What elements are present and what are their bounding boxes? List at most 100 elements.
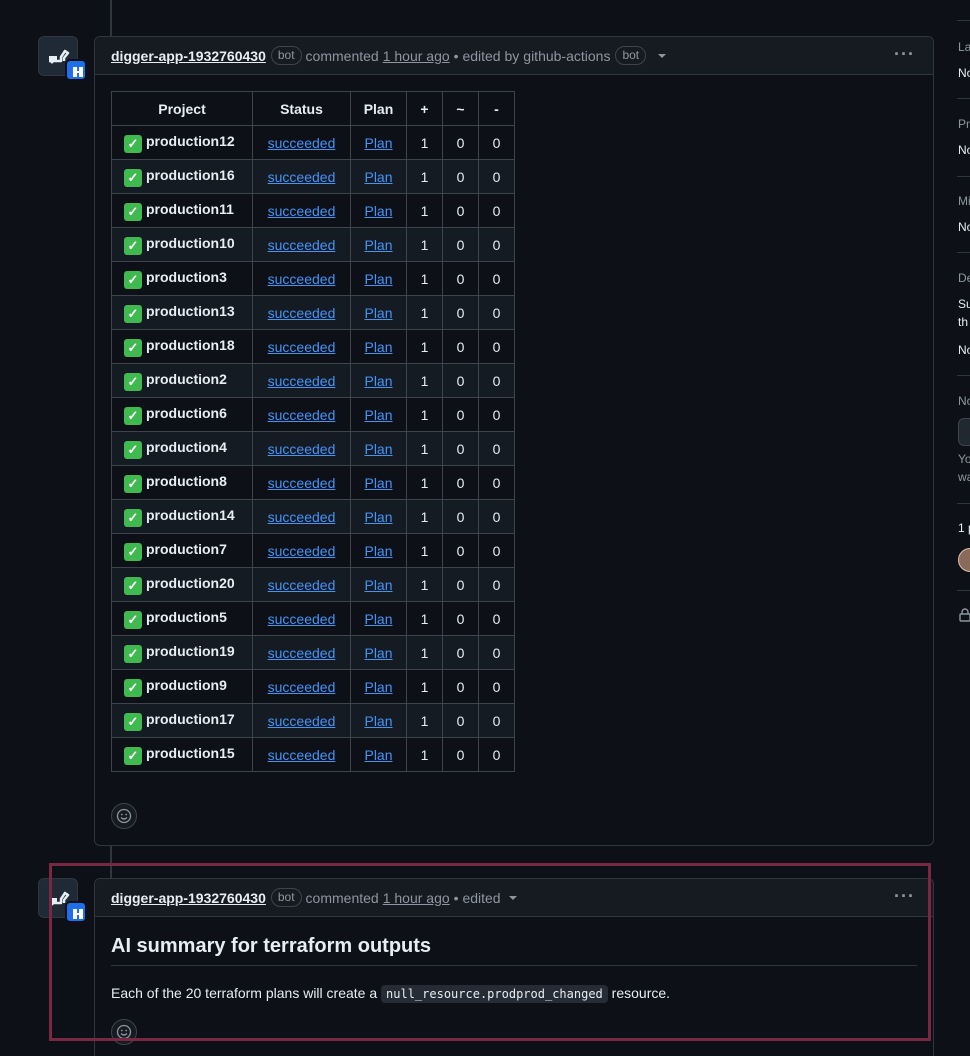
plan-link[interactable]: Plan bbox=[364, 645, 392, 661]
sidebar-labels-heading[interactable]: La bbox=[958, 40, 970, 54]
plan-link[interactable]: Plan bbox=[364, 373, 392, 389]
status-link[interactable]: succeeded bbox=[268, 713, 336, 729]
project-cell: ✓ production9 bbox=[111, 669, 253, 704]
plan-cell: Plan bbox=[350, 533, 407, 568]
status-link[interactable]: succeeded bbox=[268, 441, 336, 457]
plan-cell: Plan bbox=[350, 465, 407, 500]
status-link[interactable]: succeeded bbox=[268, 135, 336, 151]
project-name: production4 bbox=[146, 438, 227, 455]
comment-author-link[interactable]: digger-app-1932760430 bbox=[111, 48, 266, 64]
status-link[interactable]: succeeded bbox=[268, 645, 336, 661]
check-mark-icon: ✓ bbox=[124, 712, 142, 731]
plan-link[interactable]: Plan bbox=[364, 271, 392, 287]
plan-link[interactable]: Plan bbox=[364, 441, 392, 457]
plan-link[interactable]: Plan bbox=[364, 611, 392, 627]
status-link[interactable]: succeeded bbox=[268, 611, 336, 627]
project-name: production16 bbox=[146, 166, 235, 183]
status-link[interactable]: succeeded bbox=[268, 543, 336, 559]
change-count: 0 bbox=[442, 159, 479, 194]
plan-cell: Plan bbox=[350, 295, 407, 330]
sidebar-divider bbox=[957, 252, 970, 253]
status-link[interactable]: succeeded bbox=[268, 271, 336, 287]
destroy-count: 0 bbox=[478, 703, 515, 738]
table-row: ✓ production6 succeeded Plan 1 0 0 bbox=[111, 397, 515, 432]
column-header-change: ~ bbox=[442, 91, 479, 126]
plan-link[interactable]: Plan bbox=[364, 475, 392, 491]
change-count: 0 bbox=[442, 227, 479, 262]
status-link[interactable]: succeeded bbox=[268, 679, 336, 695]
plan-link[interactable]: Plan bbox=[364, 407, 392, 423]
column-header-project: Project bbox=[111, 91, 253, 126]
status-link[interactable]: succeeded bbox=[268, 339, 336, 355]
destroy-count: 0 bbox=[478, 295, 515, 330]
destroy-count: 0 bbox=[478, 601, 515, 636]
status-link[interactable]: succeeded bbox=[268, 577, 336, 593]
plan-results-table: Project Status Plan + ~ - ✓ production12 s… bbox=[111, 91, 515, 772]
column-header-destroy: - bbox=[478, 91, 515, 126]
bot-avatar[interactable] bbox=[38, 36, 87, 81]
status-link[interactable]: succeeded bbox=[268, 373, 336, 389]
sidebar-labels-value: No bbox=[958, 66, 970, 80]
status-link[interactable]: succeeded bbox=[268, 509, 336, 525]
comment-menu-button[interactable]: ··· bbox=[894, 45, 915, 63]
check-mark-icon: ✓ bbox=[124, 134, 142, 153]
column-header-add: + bbox=[406, 91, 443, 126]
status-link[interactable]: succeeded bbox=[268, 169, 336, 185]
subscribe-button[interactable] bbox=[958, 418, 970, 446]
status-link[interactable]: succeeded bbox=[268, 203, 336, 219]
check-mark-icon: ✓ bbox=[124, 508, 142, 527]
project-name: production2 bbox=[146, 370, 227, 387]
add-count: 1 bbox=[406, 227, 443, 262]
sidebar-milestone-heading[interactable]: Mi bbox=[958, 194, 970, 208]
project-cell: ✓ production8 bbox=[111, 465, 253, 500]
status-cell: succeeded bbox=[252, 533, 351, 568]
project-cell: ✓ production14 bbox=[111, 499, 253, 534]
plan-link[interactable]: Plan bbox=[364, 237, 392, 253]
project-cell: ✓ production4 bbox=[111, 431, 253, 466]
add-reaction-button[interactable] bbox=[111, 803, 137, 829]
plan-link[interactable]: Plan bbox=[364, 543, 392, 559]
status-link[interactable]: succeeded bbox=[268, 237, 336, 253]
status-link[interactable]: succeeded bbox=[268, 407, 336, 423]
sidebar-notifications-line2: wa bbox=[958, 470, 970, 484]
plan-link[interactable]: Plan bbox=[364, 169, 392, 185]
comment-time-link[interactable]: 1 hour ago bbox=[383, 48, 450, 64]
plan-link[interactable]: Plan bbox=[364, 339, 392, 355]
edit-history-dropdown-icon[interactable] bbox=[658, 53, 667, 58]
plan-link[interactable]: Plan bbox=[364, 203, 392, 219]
check-mark-icon: ✓ bbox=[124, 474, 142, 493]
plan-link[interactable]: Plan bbox=[364, 135, 392, 151]
plan-cell: Plan bbox=[350, 125, 407, 160]
check-mark-icon: ✓ bbox=[124, 678, 142, 697]
plan-link[interactable]: Plan bbox=[364, 679, 392, 695]
change-count: 0 bbox=[442, 295, 479, 330]
plan-link[interactable]: Plan bbox=[364, 509, 392, 525]
change-count: 0 bbox=[442, 397, 479, 432]
plan-link[interactable]: Plan bbox=[364, 713, 392, 729]
status-link[interactable]: succeeded bbox=[268, 305, 336, 321]
plan-cell: Plan bbox=[350, 703, 407, 738]
status-link[interactable]: succeeded bbox=[268, 747, 336, 763]
sidebar-notifications-heading: No bbox=[958, 394, 970, 408]
destroy-count: 0 bbox=[478, 567, 515, 602]
editor-name[interactable]: github-actions bbox=[523, 48, 610, 64]
plan-link[interactable]: Plan bbox=[364, 747, 392, 763]
add-count: 1 bbox=[406, 601, 443, 636]
plan-cell: Plan bbox=[350, 737, 407, 772]
project-cell: ✓ production2 bbox=[111, 363, 253, 398]
sidebar-projects-heading[interactable]: Pr bbox=[958, 117, 970, 131]
column-header-plan: Plan bbox=[350, 91, 407, 126]
destroy-count: 0 bbox=[478, 125, 515, 160]
plan-link[interactable]: Plan bbox=[364, 577, 392, 593]
check-mark-icon: ✓ bbox=[124, 338, 142, 357]
check-mark-icon: ✓ bbox=[124, 542, 142, 561]
plan-link[interactable]: Plan bbox=[364, 305, 392, 321]
change-count: 0 bbox=[442, 465, 479, 500]
project-name: production17 bbox=[146, 710, 235, 727]
add-count: 1 bbox=[406, 499, 443, 534]
sidebar-development-heading[interactable]: De bbox=[958, 271, 970, 285]
lock-icon[interactable] bbox=[958, 607, 970, 623]
participant-avatar[interactable] bbox=[958, 548, 970, 572]
status-link[interactable]: succeeded bbox=[268, 475, 336, 491]
add-count: 1 bbox=[406, 261, 443, 296]
